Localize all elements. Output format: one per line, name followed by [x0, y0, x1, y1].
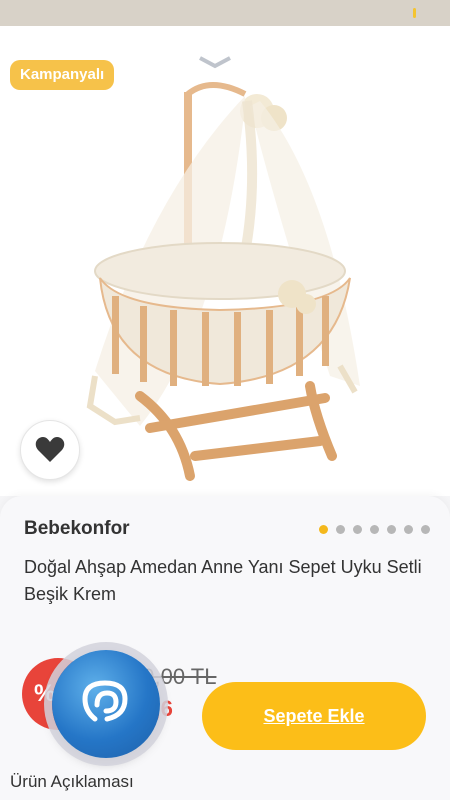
- add-to-cart-button[interactable]: Sepete Ekle: [202, 682, 426, 750]
- pager-dot[interactable]: [421, 525, 430, 534]
- support-chat-button[interactable]: [52, 650, 160, 758]
- brand-name[interactable]: Bebekonfor: [24, 518, 130, 540]
- product-image[interactable]: [70, 46, 380, 486]
- pager-dot[interactable]: [404, 525, 413, 534]
- pager-dot[interactable]: [319, 525, 328, 534]
- favorite-button[interactable]: [20, 420, 80, 480]
- pager-dot[interactable]: [336, 525, 345, 534]
- product-title: Doğal Ahşap Amedan Anne Yanı Sepet Uyku …: [24, 557, 422, 604]
- product-image-area[interactable]: Kampanyalı: [0, 26, 450, 496]
- support-chat-icon: [82, 680, 128, 722]
- heart-icon: [35, 437, 65, 462]
- pager-dot[interactable]: [370, 525, 379, 534]
- product-description-tab[interactable]: Ürün Açıklaması: [10, 772, 134, 792]
- status-indicator: [413, 8, 416, 18]
- pager-dot[interactable]: [353, 525, 362, 534]
- image-pager[interactable]: [319, 525, 430, 534]
- status-bar: [0, 0, 450, 26]
- product-info-card: Bebekonfor Doğal Ahşap Amedan Anne Yanı …: [0, 496, 450, 800]
- pager-dot[interactable]: [387, 525, 396, 534]
